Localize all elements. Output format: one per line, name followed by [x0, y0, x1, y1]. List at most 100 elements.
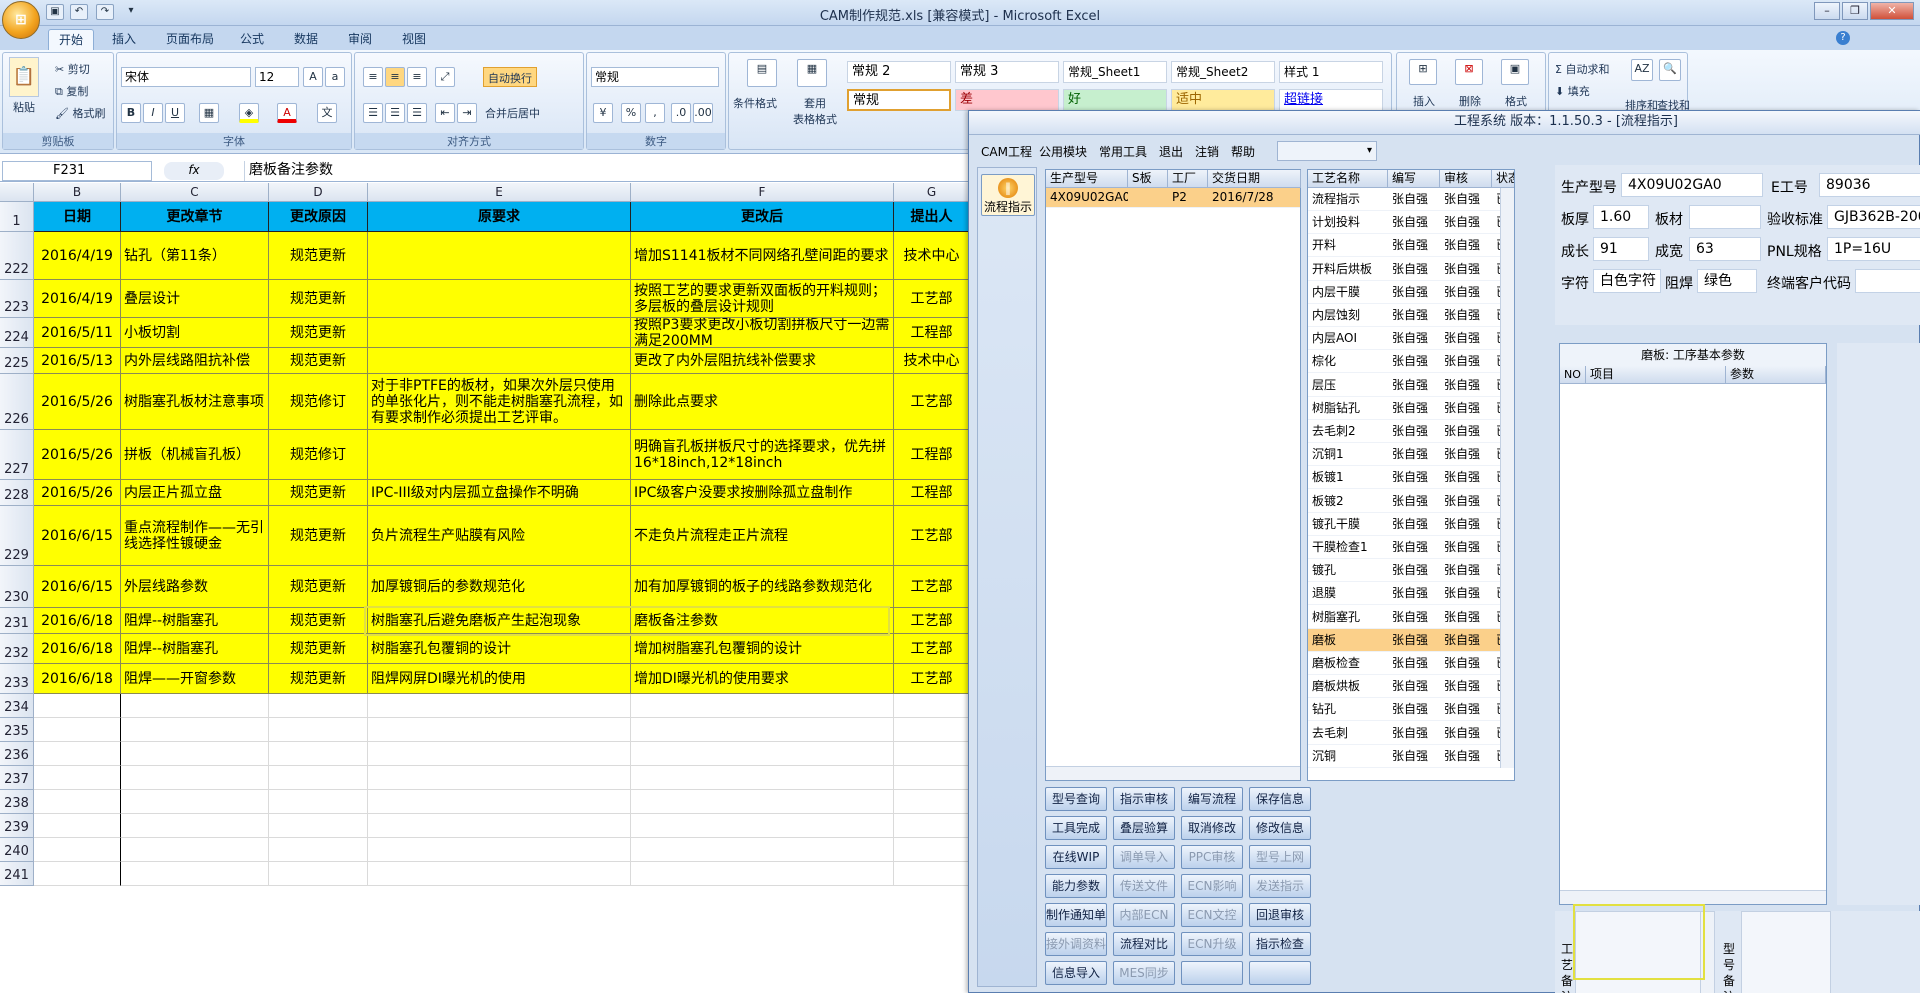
cell-proposer[interactable]: 工艺部 — [894, 374, 970, 430]
column-title[interactable]: 原要求 — [368, 202, 631, 232]
row-header[interactable]: 241 — [0, 862, 34, 886]
empty-cell[interactable] — [121, 742, 269, 766]
bold-button[interactable]: B — [121, 103, 141, 123]
cell-section[interactable]: 阻焊——开窗参数 — [121, 664, 269, 694]
cell-original[interactable] — [368, 280, 631, 318]
row-header[interactable]: 229 — [0, 506, 34, 566]
cell-reason[interactable]: 规范更新 — [269, 634, 368, 664]
row-header[interactable]: 238 — [0, 790, 34, 814]
cell-proposer[interactable]: 工程部 — [894, 318, 970, 348]
table-row[interactable]: 沉铜1张自强张自强已审 — [1308, 443, 1514, 467]
empty-cell[interactable] — [34, 790, 121, 814]
cell-reason[interactable]: 规范更新 — [269, 480, 368, 506]
cell-original[interactable]: 对于非PTFE的板材，如果次外层只使用的单张化片，则不能走树脂塞孔流程，如有要求… — [368, 374, 631, 430]
restore-icon[interactable]: ❐ — [1842, 2, 1868, 20]
table-row[interactable]: 磨板检查张自强张自强已审 — [1308, 652, 1514, 675]
style-1[interactable]: 样式 1 — [1279, 61, 1383, 83]
empty-cell[interactable] — [269, 790, 368, 814]
tab-page-layout[interactable]: 页面布局 — [156, 29, 224, 50]
style-good[interactable]: 好 — [1063, 89, 1167, 111]
process-header[interactable]: 状态 — [1492, 170, 1514, 188]
width-field[interactable]: 63 — [1689, 237, 1761, 261]
empty-cell[interactable] — [631, 814, 894, 838]
empty-cell[interactable] — [894, 814, 970, 838]
row-header[interactable]: 237 — [0, 766, 34, 790]
cell-date[interactable]: 2016/6/18 — [34, 634, 121, 664]
cell-changed[interactable]: 删除此点要求 — [631, 374, 894, 430]
empty-cell[interactable] — [121, 838, 269, 862]
empty-cell[interactable] — [894, 718, 970, 742]
autosum-button[interactable]: Σ 自动求和 — [1555, 61, 1609, 77]
cell-date[interactable]: 2016/5/26 — [34, 480, 121, 506]
decrease-decimal-icon[interactable]: .00 — [693, 103, 713, 123]
cell-original[interactable]: 负片流程生产贴膜有风险 — [368, 506, 631, 566]
table-row[interactable]: 磨板烘板张自强张自强已审 — [1308, 675, 1514, 699]
column-title[interactable]: 更改章节 — [121, 202, 269, 232]
cell-date[interactable]: 2016/6/18 — [34, 664, 121, 694]
action-button[interactable]: 编写流程 — [1181, 787, 1243, 811]
wrap-text-button[interactable]: 自动换行 — [483, 67, 537, 87]
cell-original[interactable]: 加厚镀铜后的参数规范化 — [368, 566, 631, 608]
action-button[interactable]: 回退审核 — [1249, 903, 1311, 927]
cell-original[interactable] — [368, 430, 631, 480]
row-header[interactable]: 226 — [0, 374, 34, 430]
cell-original[interactable]: 树脂塞孔包覆铜的设计 — [368, 634, 631, 664]
row-header[interactable]: 230 — [0, 566, 34, 608]
table-row[interactable]: 开料后烘板张自强张自强已审 — [1308, 258, 1514, 281]
office-logo-icon[interactable]: ⊞ — [2, 1, 40, 39]
empty-cell[interactable] — [894, 694, 970, 718]
phonetic-icon[interactable]: 文 — [317, 103, 337, 123]
cell-original[interactable] — [368, 232, 631, 280]
undo-icon[interactable]: ↶ — [70, 4, 88, 20]
style-normal-3[interactable]: 常规 3 — [955, 61, 1059, 83]
orders-header[interactable]: S板 — [1128, 170, 1168, 188]
table-row[interactable]: 层压张自强张自强已审 — [1308, 374, 1514, 397]
action-button[interactable] — [1181, 961, 1243, 985]
thickness-field[interactable]: 1.60 — [1593, 205, 1649, 229]
column-header-f[interactable]: F — [631, 183, 894, 202]
style-normal-sheet2[interactable]: 常规_Sheet2 — [1171, 61, 1275, 83]
empty-cell[interactable] — [269, 766, 368, 790]
params-header[interactable]: 参数 — [1726, 366, 1826, 384]
format-cells-icon[interactable]: ▣ — [1501, 59, 1529, 85]
percent-button[interactable]: % — [621, 103, 641, 123]
table-row[interactable]: 树脂钻孔张自强张自强已审 — [1308, 397, 1514, 420]
row-header[interactable]: 234 — [0, 694, 34, 718]
cell-section[interactable]: 钻孔（第11条） — [121, 232, 269, 280]
row-header[interactable]: 228 — [0, 480, 34, 506]
cell-section[interactable]: 阻焊--树脂塞孔 — [121, 608, 269, 634]
params-header[interactable]: NO — [1560, 366, 1586, 384]
cell-proposer[interactable]: 工程部 — [894, 430, 970, 480]
style-bad[interactable]: 差 — [955, 89, 1059, 111]
cut-button[interactable]: ✂ 剪切 — [55, 61, 90, 77]
table-row[interactable]: 沉铜张自强张自强已审 — [1308, 745, 1514, 768]
table-format-icon[interactable]: ▦ — [797, 59, 827, 87]
params-hscroll[interactable] — [1560, 890, 1826, 904]
save-icon[interactable]: ▣ — [46, 4, 64, 20]
table-row[interactable]: 板镀1张自强张自强已审 — [1308, 466, 1514, 490]
empty-cell[interactable] — [894, 790, 970, 814]
sort-icon[interactable]: AZ — [1631, 59, 1653, 81]
empty-cell[interactable] — [34, 862, 121, 886]
align-left-icon[interactable]: ☰ — [363, 103, 383, 123]
table-row[interactable]: 树脂塞孔张自强张自强已审 — [1308, 606, 1514, 629]
cell-reason[interactable]: 规范更新 — [269, 664, 368, 694]
cell-original[interactable] — [368, 318, 631, 348]
paste-button[interactable]: 粘贴 — [13, 99, 35, 115]
cell-reason[interactable]: 规范更新 — [269, 608, 368, 634]
merge-center-button[interactable]: 合并后居中 — [485, 105, 540, 121]
cell-reason[interactable]: 规范更新 — [269, 232, 368, 280]
action-button[interactable]: 传送文件 — [1113, 874, 1175, 898]
find-icon[interactable]: 🔍 — [1659, 59, 1681, 81]
cell-changed[interactable]: 增加树脂塞孔包覆铜的设计 — [631, 634, 894, 664]
material-field[interactable] — [1689, 205, 1761, 229]
cell-section[interactable]: 重点流程制作——无引线选择性镀硬金 — [121, 506, 269, 566]
minimize-icon[interactable]: – — [1814, 2, 1840, 20]
row-header[interactable]: 239 — [0, 814, 34, 838]
cell-date[interactable]: 2016/5/11 — [34, 318, 121, 348]
align-top-icon[interactable]: ≡ — [363, 67, 383, 87]
empty-cell[interactable] — [269, 718, 368, 742]
empty-cell[interactable] — [631, 718, 894, 742]
style-normal-sheet1[interactable]: 常规_Sheet1 — [1063, 61, 1167, 83]
column-header-c[interactable]: C — [121, 183, 269, 202]
